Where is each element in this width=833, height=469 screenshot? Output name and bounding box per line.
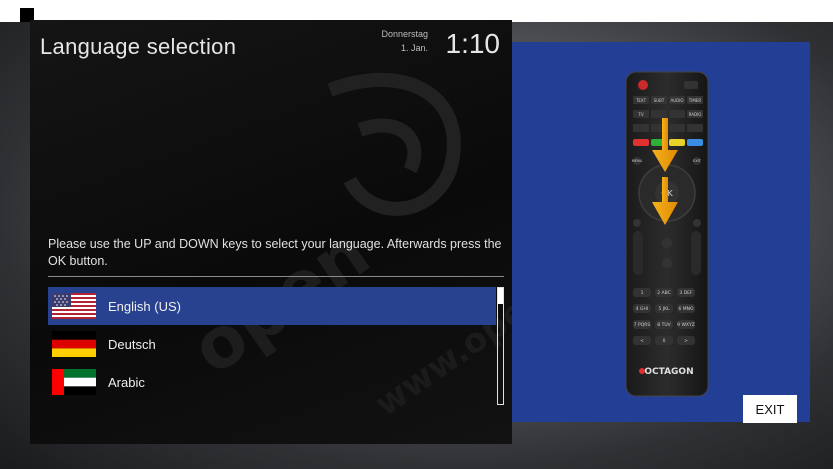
language-item-deutsch[interactable]: Deutsch xyxy=(48,325,496,363)
remote-key-label: 9 WXYZ xyxy=(677,322,695,328)
remote-key-label: 6 MNO xyxy=(678,306,694,312)
remote-key-label: 3 DEF xyxy=(679,290,693,296)
remote-panel: TEXT SUBT AUDIO TIMER TV RADIO MENU EXIT… xyxy=(512,42,810,422)
language-item-arabic[interactable]: Arabic xyxy=(48,363,496,401)
remote-key-label: < xyxy=(640,338,644,344)
remote-key-label: TV xyxy=(637,112,643,117)
language-list[interactable]: English (US) Deutsch Arabic xyxy=(48,287,496,401)
date-label: 1. Jan. xyxy=(400,43,428,53)
remote-key-label: 1 xyxy=(641,290,644,296)
remote-key-label: 5 JKL xyxy=(658,306,670,312)
page-title: Language selection xyxy=(40,34,237,59)
scrollbar-thumb[interactable] xyxy=(498,288,503,304)
language-item-english-us[interactable]: English (US) xyxy=(48,287,496,325)
uae-flag-icon xyxy=(52,369,96,395)
remote-key-label: > xyxy=(684,338,688,344)
remote-key-label: 4 GHI xyxy=(636,306,649,312)
top-strip xyxy=(0,0,833,22)
language-label: Deutsch xyxy=(108,336,156,352)
remote-key-label: SUBT xyxy=(654,98,665,103)
clock: 1:10 xyxy=(445,28,501,59)
list-scrollbar[interactable] xyxy=(497,287,504,405)
remote-key-label: 7 PQRS xyxy=(634,322,651,328)
exit-button[interactable]: EXIT xyxy=(743,395,797,423)
remote-key-label: 0 xyxy=(663,338,666,344)
remote-brand: OCTAGON xyxy=(644,367,693,377)
instructions-text: Please use the UP and DOWN keys to selec… xyxy=(48,237,502,268)
divider xyxy=(48,276,504,277)
remote-key-label: 8 TUV xyxy=(657,322,671,328)
day-label: Donnerstag xyxy=(381,29,428,39)
us-flag-icon xyxy=(52,293,96,319)
language-label: English (US) xyxy=(108,298,181,314)
remote-key-label: MENU xyxy=(632,159,643,163)
remote-key-label: TEXT xyxy=(635,98,647,103)
remote-key-label: TIMER xyxy=(688,98,702,103)
remote-control-image: TEXT SUBT AUDIO TIMER TV RADIO MENU EXIT… xyxy=(625,71,709,397)
language-panel: open www.open Language selection Donners… xyxy=(30,20,512,444)
remote-key-label: AUDIO xyxy=(670,98,683,103)
remote-key-label: EXIT xyxy=(693,159,702,163)
remote-key-label: 2 ABC xyxy=(657,290,671,296)
language-label: Arabic xyxy=(108,374,145,390)
germany-flag-icon xyxy=(52,331,96,357)
remote-key-label: RADIO xyxy=(689,112,702,117)
